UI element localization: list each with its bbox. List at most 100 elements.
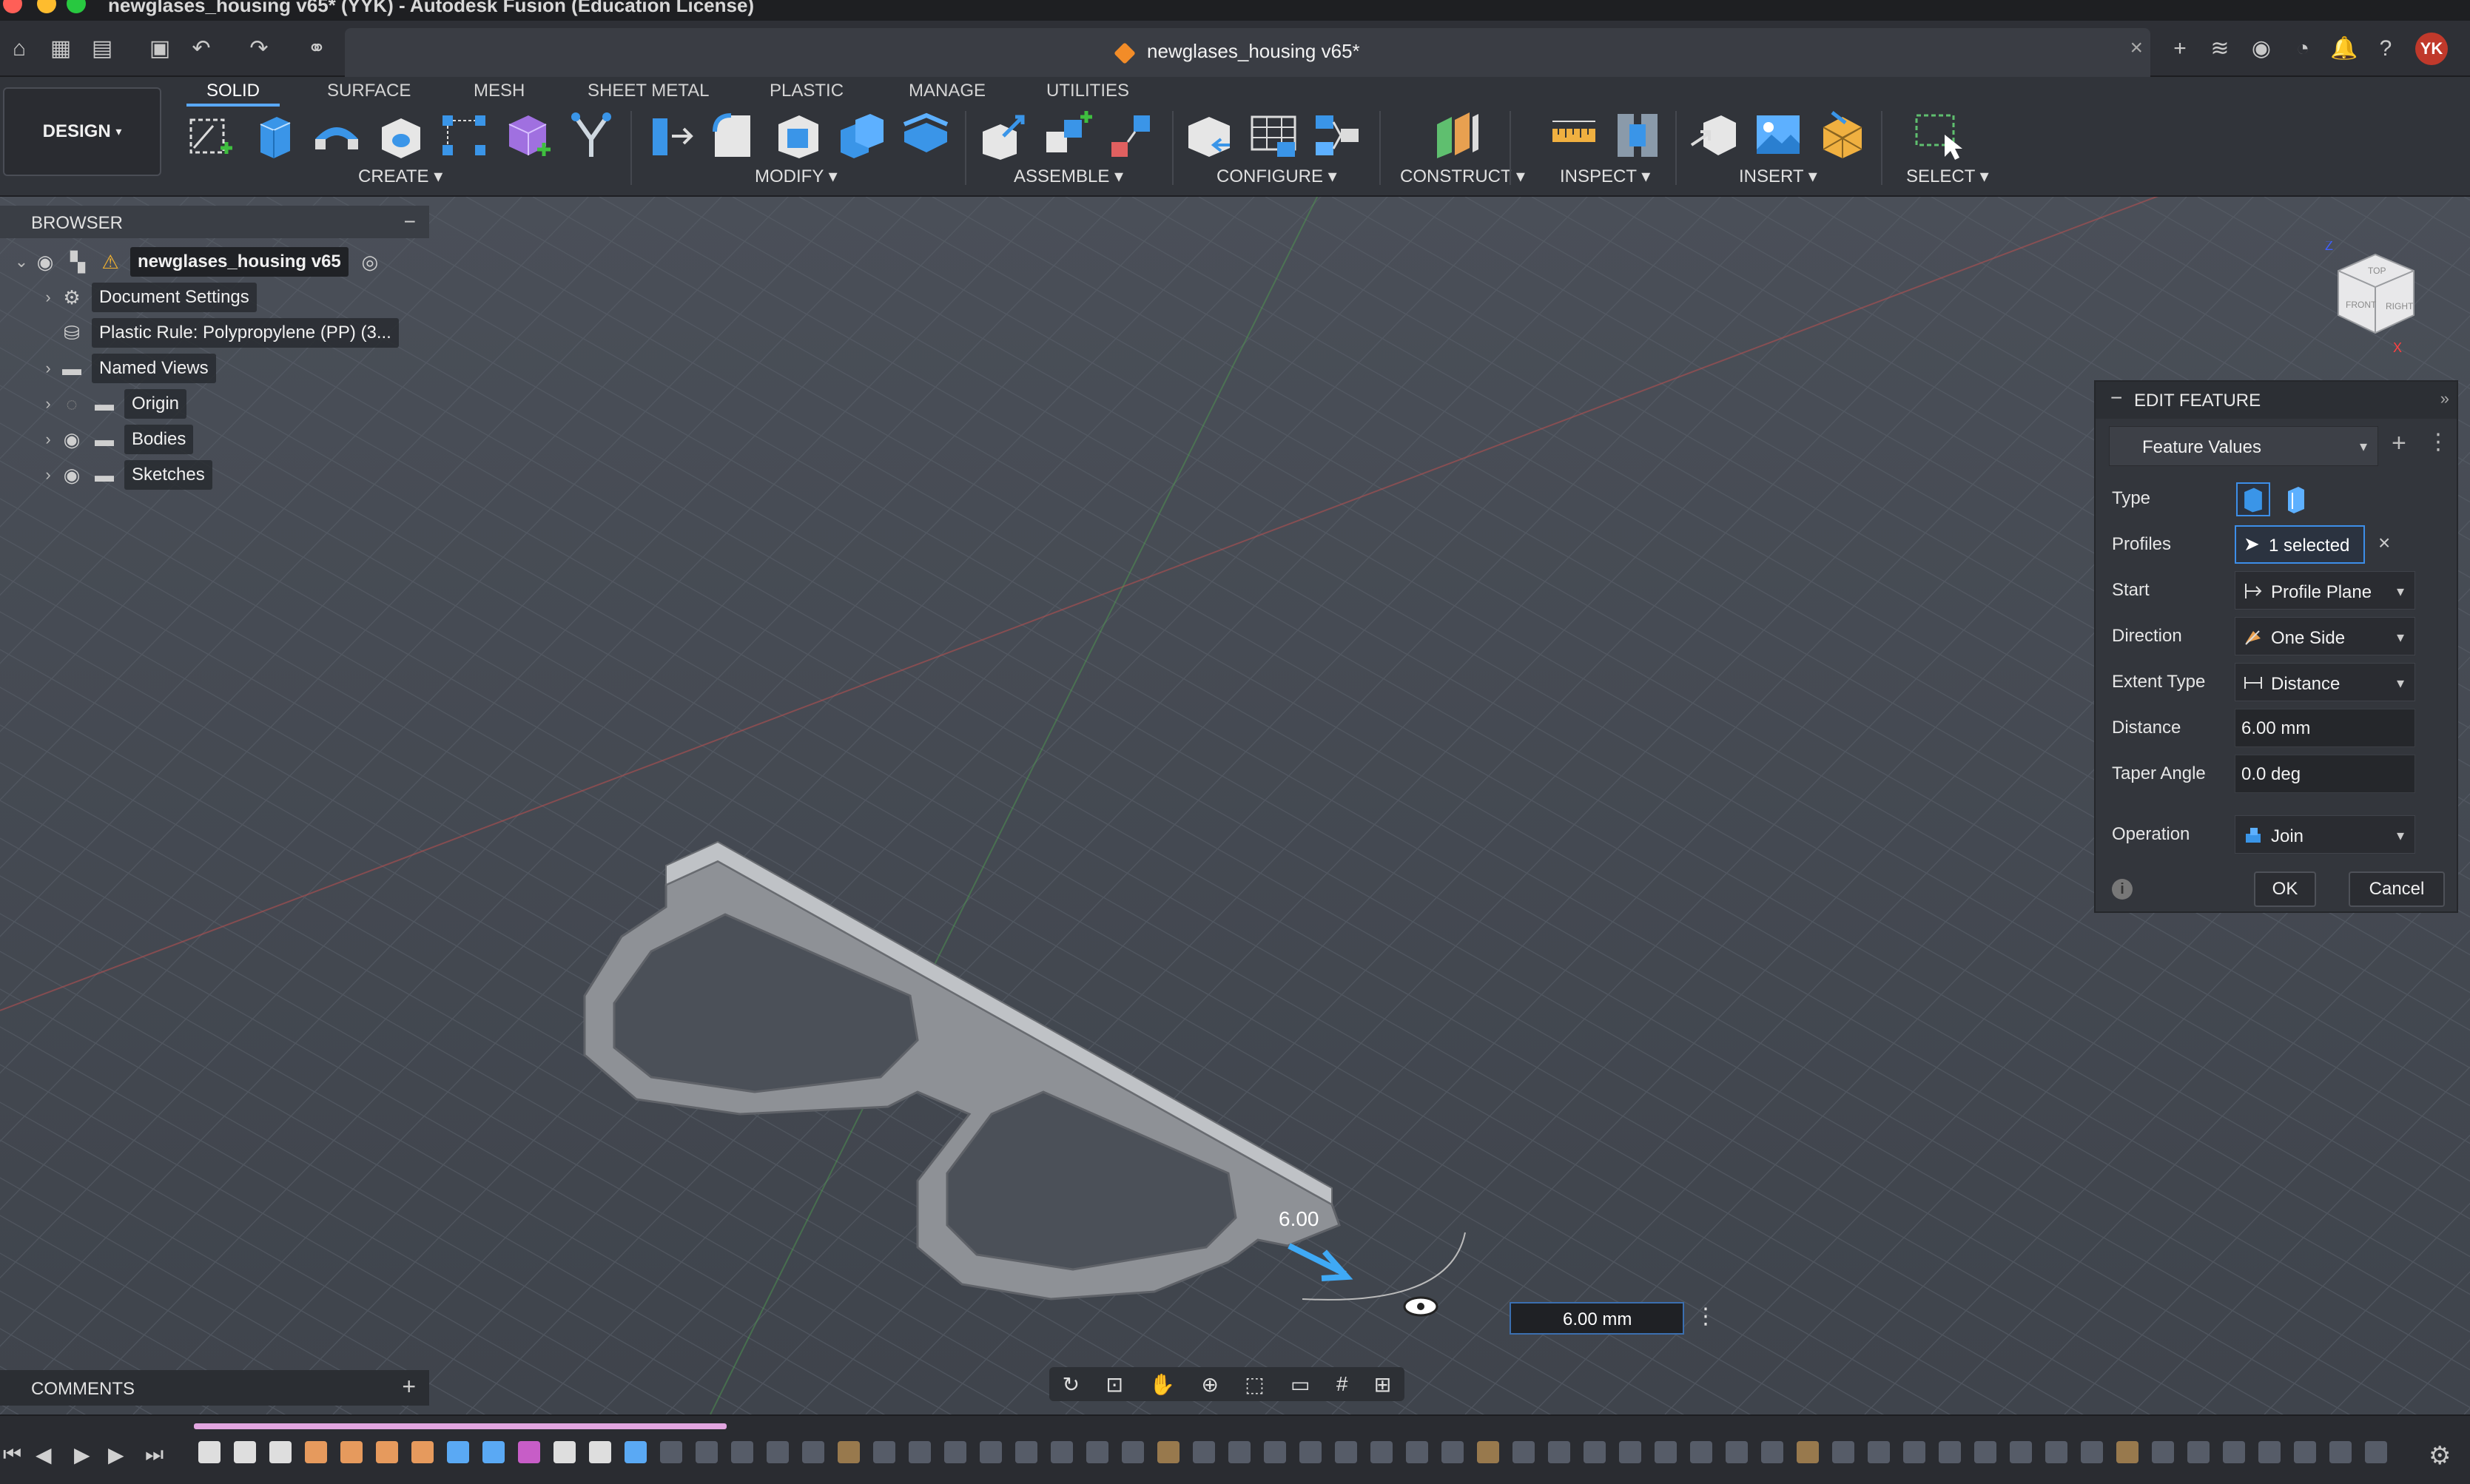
timeline-feature-icon[interactable]	[1086, 1441, 1108, 1463]
group-modify[interactable]: MODIFY ▾	[755, 166, 838, 187]
timeline-feature-icon[interactable]	[1299, 1441, 1322, 1463]
help-icon[interactable]: ?	[2371, 34, 2400, 64]
offset-plane-icon[interactable]	[1431, 109, 1483, 161]
create-sketch-icon[interactable]	[184, 109, 235, 161]
tab-utilities[interactable]: UTILITIES	[1046, 77, 1129, 107]
timeline-feature-icon[interactable]	[482, 1441, 505, 1463]
pan-icon[interactable]: ✋	[1149, 1372, 1175, 1397]
close-tab-icon[interactable]: ×	[2130, 36, 2143, 61]
select-icon[interactable]	[1912, 109, 1964, 161]
timeline-start-icon[interactable]: ⏮	[3, 1443, 21, 1467]
configure-design-icon[interactable]	[1184, 109, 1236, 161]
timeline-feature-icon[interactable]	[1477, 1441, 1499, 1463]
clear-selection-icon[interactable]: ×	[2378, 531, 2390, 555]
timeline-feature-icon[interactable]	[2081, 1441, 2103, 1463]
eye-icon[interactable]: ◉	[59, 429, 84, 450]
tree-item-document-settings[interactable]: › ⚙ Document Settings	[37, 281, 257, 314]
chevron-down-icon[interactable]: ⌄	[10, 252, 33, 271]
group-create[interactable]: CREATE ▾	[358, 166, 442, 187]
configuration-table-icon[interactable]	[1248, 109, 1299, 161]
derive-icon[interactable]	[565, 109, 617, 161]
combine-icon[interactable]	[836, 109, 888, 161]
tree-item-bodies[interactable]: › ◉ ▬ Bodies	[37, 423, 194, 456]
viewcube-right-face[interactable]: RIGHT	[2386, 301, 2414, 311]
info-icon[interactable]: i	[2112, 879, 2133, 900]
timeline-feature-icon[interactable]	[2152, 1441, 2174, 1463]
timeline-feature-icon[interactable]	[2010, 1441, 2032, 1463]
extrude-arrow-handle[interactable]	[1288, 1243, 1353, 1281]
undo-icon[interactable]: ↶	[186, 34, 216, 64]
orbit-icon[interactable]: ↻	[1063, 1372, 1080, 1397]
fit-icon[interactable]: ⬚	[1245, 1372, 1264, 1397]
zoom-icon[interactable]: ⊕	[1201, 1372, 1218, 1397]
model-dimension-label[interactable]: 6.00	[1279, 1207, 1319, 1231]
tree-root[interactable]: ⌄ ◉ ▚ ⚠ newglases_housing v65 ◎	[10, 246, 390, 278]
timeline-feature-icon[interactable]	[376, 1441, 398, 1463]
more-options-icon[interactable]: ⋮	[1695, 1303, 1717, 1329]
timeline-feature-icon[interactable]	[1264, 1441, 1286, 1463]
timeline-feature-icon[interactable]	[802, 1441, 824, 1463]
activate-radio-icon[interactable]: ◎	[357, 252, 383, 272]
timeline-feature-icon[interactable]	[1868, 1441, 1890, 1463]
timeline-feature-icon[interactable]	[1939, 1441, 1961, 1463]
timeline-feature-icon[interactable]	[1655, 1441, 1677, 1463]
start-dropdown[interactable]: Profile Plane ▾	[2235, 571, 2415, 610]
timeline-feature-icon[interactable]	[305, 1441, 327, 1463]
view-cube[interactable]: TOP FRONT RIGHT Z X	[2323, 241, 2427, 352]
pattern-icon[interactable]	[438, 109, 490, 161]
timeline-feature-icon[interactable]	[1512, 1441, 1535, 1463]
timeline-feature-icon[interactable]	[1584, 1441, 1606, 1463]
tree-item-named-views[interactable]: › ▬ Named Views	[37, 352, 216, 385]
timeline-feature-icon[interactable]	[2365, 1441, 2387, 1463]
distance-input[interactable]: 6.00 mm	[2235, 709, 2415, 747]
close-window-button[interactable]	[3, 0, 22, 13]
timeline-feature-icon[interactable]	[1903, 1441, 1925, 1463]
minimize-window-button[interactable]	[37, 0, 56, 13]
tree-item-origin[interactable]: › ◌ ▬ Origin	[37, 388, 187, 420]
direction-dropdown[interactable]: One Side ▾	[2235, 617, 2415, 655]
timeline-feature-icon[interactable]	[198, 1441, 221, 1463]
timeline-feature-icon[interactable]	[873, 1441, 895, 1463]
timeline-feature-icon[interactable]	[1761, 1441, 1783, 1463]
chevron-right-icon[interactable]: ›	[37, 359, 59, 378]
timeline-feature-icon[interactable]	[1548, 1441, 1570, 1463]
timeline-feature-icon[interactable]	[696, 1441, 718, 1463]
extent-type-dropdown[interactable]: Distance ▾	[2235, 663, 2415, 701]
timeline-feature-icon[interactable]	[1406, 1441, 1428, 1463]
timeline-feature-icon[interactable]	[1370, 1441, 1393, 1463]
interference-icon[interactable]	[1612, 109, 1663, 161]
chevron-right-icon[interactable]: ›	[37, 465, 59, 485]
timeline-feature-icon[interactable]	[2223, 1441, 2245, 1463]
timeline-settings-icon[interactable]: ⚙	[2429, 1441, 2451, 1471]
timeline-feature-icon[interactable]	[944, 1441, 966, 1463]
chevron-right-icon[interactable]: ›	[37, 394, 59, 414]
timeline-feature-icon[interactable]	[1228, 1441, 1251, 1463]
job-status-icon[interactable]: ◔	[2288, 34, 2318, 64]
timeline-feature-icon[interactable]	[2294, 1441, 2316, 1463]
tab-solid[interactable]: SOLID	[186, 77, 280, 107]
redo-icon[interactable]: ↷	[244, 34, 274, 64]
hole-icon[interactable]	[374, 109, 426, 161]
chevron-right-icon[interactable]: ›	[37, 430, 59, 449]
timeline-feature-icon[interactable]	[340, 1441, 363, 1463]
viewcube-top-face[interactable]: TOP	[2368, 266, 2386, 276]
timeline-feature-icon[interactable]	[2258, 1441, 2281, 1463]
profiles-selection[interactable]: ➤ 1 selected	[2235, 525, 2365, 564]
press-pull-icon[interactable]	[645, 109, 697, 161]
create-form-icon[interactable]	[502, 109, 553, 161]
timeline-previous-icon[interactable]: ◀	[36, 1443, 52, 1467]
link-icon[interactable]: ⚭	[302, 34, 332, 64]
timeline-feature-icon[interactable]	[1832, 1441, 1854, 1463]
timeline-feature-icon[interactable]	[1797, 1441, 1819, 1463]
timeline-feature-icon[interactable]	[2116, 1441, 2138, 1463]
solid-type-icon[interactable]	[2236, 482, 2270, 516]
data-panel-icon[interactable]: ≋	[2205, 34, 2235, 64]
timeline-feature-icon[interactable]	[1441, 1441, 1464, 1463]
timeline-feature-icon[interactable]	[625, 1441, 647, 1463]
expand-icon[interactable]: »	[2440, 389, 2449, 408]
add-icon[interactable]: +	[2392, 429, 2406, 458]
collapse-icon[interactable]: −	[404, 210, 416, 234]
timeline-feature-icon[interactable]	[234, 1441, 256, 1463]
tab-manage[interactable]: MANAGE	[909, 77, 986, 107]
fillet-icon[interactable]	[709, 109, 761, 161]
